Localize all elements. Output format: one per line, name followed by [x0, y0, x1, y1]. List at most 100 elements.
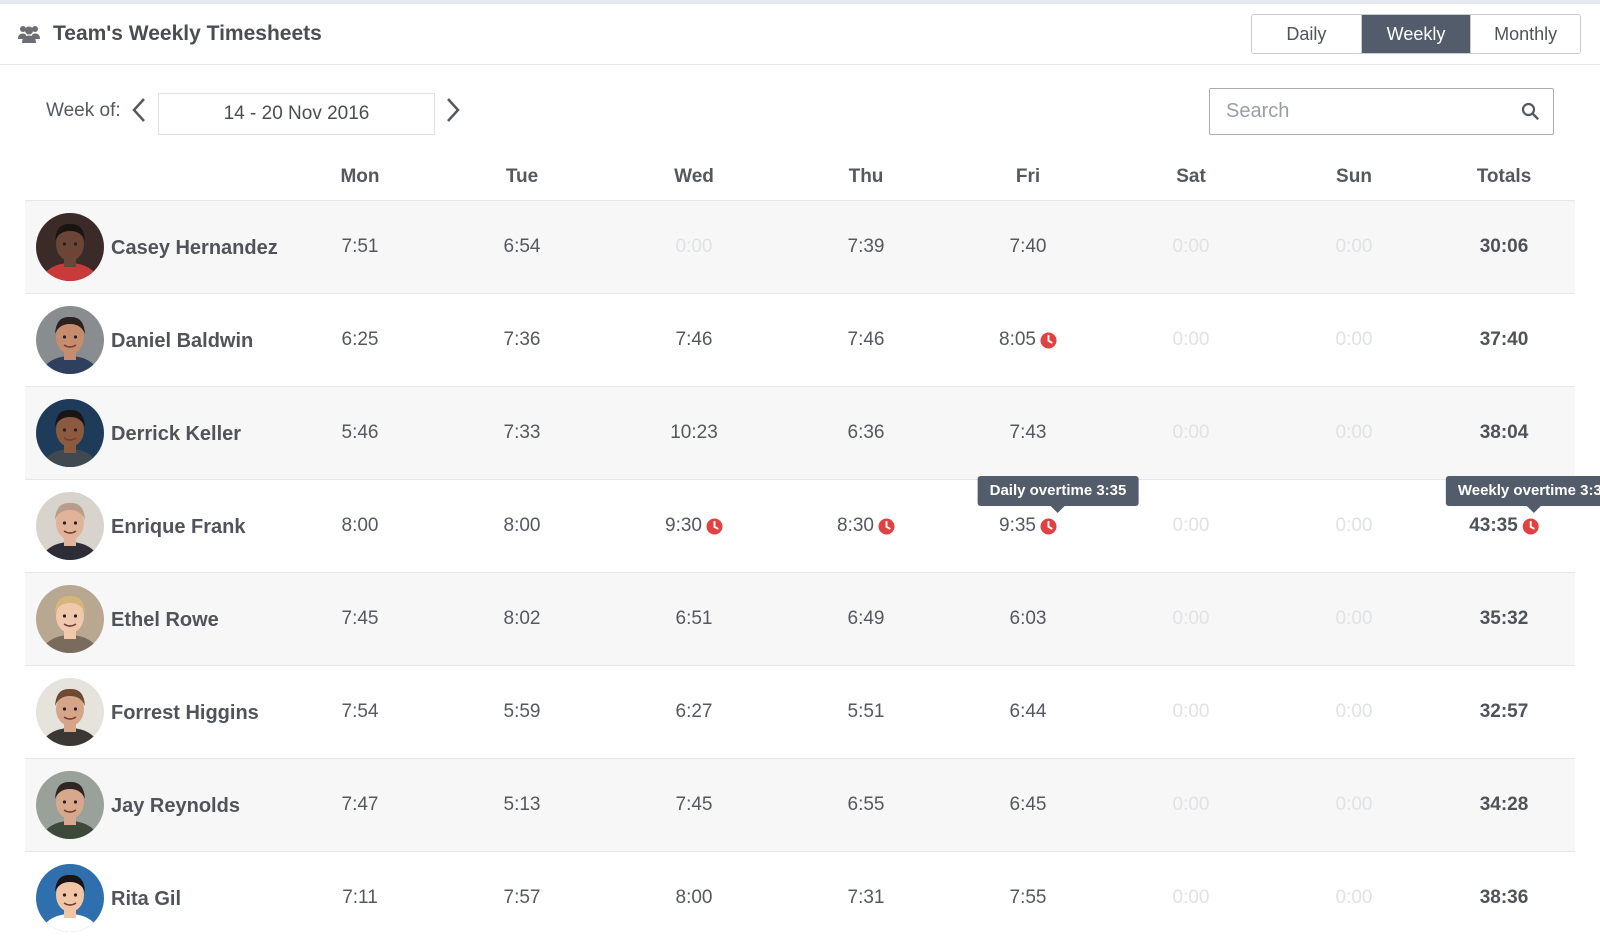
total-cell[interactable]: 34:28	[1480, 794, 1529, 816]
time-cell-thu[interactable]: 6:36	[848, 422, 885, 444]
time-cell-sat[interactable]: 0:00	[1173, 608, 1210, 630]
chevron-left-icon[interactable]	[130, 96, 148, 124]
time-cell-fri[interactable]: 8:05	[999, 329, 1057, 351]
time-cell-tue[interactable]: 7:36	[504, 329, 541, 351]
time-cell-sun[interactable]: 0:00	[1336, 608, 1373, 630]
view-weekly-button[interactable]: Weekly	[1360, 15, 1471, 53]
time-cell-fri[interactable]: 6:44	[1010, 701, 1047, 723]
time-cell-mon[interactable]: 7:51	[342, 236, 379, 258]
time-cell-sat[interactable]: 0:00	[1173, 887, 1210, 909]
time-cell-thu[interactable]: 7:46	[848, 329, 885, 351]
time-cell-mon[interactable]: 7:47	[342, 794, 379, 816]
time-cell-thu[interactable]: 7:31	[848, 887, 885, 909]
employee-row[interactable]: Enrique Frank 8:00 8:00 9:30 8:30 9:35 0:00 0:0…	[25, 476, 1600, 572]
time-cell-wed[interactable]: 9:30	[665, 515, 723, 537]
time-value: 7:51	[341, 236, 379, 257]
total-cell[interactable]: 38:36	[1480, 887, 1529, 909]
time-cell-sat[interactable]: 0:00	[1173, 329, 1210, 351]
chevron-right-icon[interactable]	[444, 96, 462, 124]
time-cell-sat[interactable]: 0:00	[1173, 794, 1210, 816]
time-cell-tue[interactable]: 5:13	[504, 794, 541, 816]
time-value: 0:00	[1335, 887, 1373, 908]
employee-row[interactable]: Forrest Higgins 7:54 5:59 6:27 5:51 6:44 0:00 0…	[25, 665, 1575, 758]
employee-row[interactable]: Ethel Rowe 7:45 8:02 6:51 6:49 6:03 0:00 0:00 35…	[25, 572, 1575, 665]
avatar[interactable]	[36, 585, 104, 653]
time-cell-mon[interactable]: 7:45	[342, 608, 379, 630]
time-cell-wed[interactable]: 7:45	[676, 794, 713, 816]
time-cell-fri[interactable]: 6:45	[1010, 794, 1047, 816]
avatar[interactable]	[36, 771, 104, 839]
time-cell-tue[interactable]: 7:33	[504, 422, 541, 444]
employee-name[interactable]: Forrest Higgins	[111, 702, 259, 725]
avatar[interactable]	[36, 213, 104, 281]
time-cell-mon[interactable]: 6:25	[342, 329, 379, 351]
time-cell-thu[interactable]: 7:39	[848, 236, 885, 258]
time-cell-sun[interactable]: 0:00	[1336, 329, 1373, 351]
time-cell-sun[interactable]: 0:00	[1336, 236, 1373, 258]
time-value: 7:46	[675, 329, 713, 350]
time-cell-fri[interactable]: 9:35	[999, 515, 1057, 537]
employee-name[interactable]: Enrique Frank	[111, 516, 245, 539]
time-cell-thu[interactable]: 6:55	[848, 794, 885, 816]
time-cell-sun[interactable]: 0:00	[1336, 701, 1373, 723]
employee-name[interactable]: Derrick Keller	[111, 423, 241, 446]
total-cell[interactable]: 37:40	[1480, 329, 1529, 351]
time-cell-wed[interactable]: 7:46	[676, 329, 713, 351]
employee-name[interactable]: Jay Reynolds	[111, 795, 240, 818]
time-cell-tue[interactable]: 6:54	[504, 236, 541, 258]
time-cell-tue[interactable]: 8:02	[504, 608, 541, 630]
view-daily-button[interactable]: Daily	[1252, 15, 1361, 53]
time-cell-wed[interactable]: 10:23	[670, 422, 718, 444]
week-range-display[interactable]: 14 - 20 Nov 2016	[158, 93, 435, 135]
time-cell-wed[interactable]: 6:27	[676, 701, 713, 723]
time-cell-sun[interactable]: 0:00	[1336, 887, 1373, 909]
time-cell-mon[interactable]: 8:00	[342, 515, 379, 537]
avatar[interactable]	[36, 492, 104, 560]
time-cell-wed[interactable]: 8:00	[676, 887, 713, 909]
total-cell[interactable]: 43:35	[1469, 515, 1539, 537]
time-cell-mon[interactable]: 7:11	[342, 887, 378, 909]
time-cell-sun[interactable]: 0:00	[1336, 794, 1373, 816]
time-cell-fri[interactable]: 7:55	[1010, 887, 1047, 909]
employee-name[interactable]: Daniel Baldwin	[111, 330, 253, 353]
time-cell-thu[interactable]: 6:49	[848, 608, 885, 630]
time-cell-tue[interactable]: 5:59	[504, 701, 541, 723]
time-cell-tue[interactable]: 7:57	[504, 887, 541, 909]
daily-overtime-tooltip: Daily overtime 3:35	[977, 476, 1139, 513]
search-input[interactable]	[1210, 89, 1510, 134]
total-cell[interactable]: 32:57	[1480, 701, 1529, 723]
employee-row[interactable]: Daniel Baldwin 6:25 7:36 7:46 7:46 8:05 0:00 0:…	[25, 293, 1575, 386]
total-cell[interactable]: 38:04	[1480, 422, 1529, 444]
employee-row[interactable]: Casey Hernandez 7:51 6:54 0:00 7:39 7:40 0:00 0…	[25, 200, 1575, 293]
time-cell-fri[interactable]: 6:03	[1010, 608, 1047, 630]
avatar[interactable]	[36, 864, 104, 932]
employee-row[interactable]: Jay Reynolds 7:47 5:13 7:45 6:55 6:45 0:00 0:00…	[25, 758, 1575, 851]
total-cell[interactable]: 30:06	[1480, 236, 1529, 258]
time-cell-sun[interactable]: 0:00	[1336, 515, 1373, 537]
time-cell-thu[interactable]: 8:30	[837, 515, 895, 537]
employee-row[interactable]: Derrick Keller 5:46 7:33 10:23 6:36 7:43 0:00 0…	[25, 386, 1575, 479]
view-monthly-button[interactable]: Monthly	[1470, 15, 1580, 53]
total-cell[interactable]: 35:32	[1480, 608, 1529, 630]
employee-name[interactable]: Ethel Rowe	[111, 609, 219, 632]
employee-name[interactable]: Rita Gil	[111, 888, 181, 911]
employee-row[interactable]: Rita Gil 7:11 7:57 8:00 7:31 7:55 0:00 0:00 38:3…	[25, 851, 1575, 944]
time-cell-sat[interactable]: 0:00	[1173, 236, 1210, 258]
time-cell-fri[interactable]: 7:40	[1010, 236, 1047, 258]
time-cell-fri[interactable]: 7:43	[1010, 422, 1047, 444]
avatar[interactable]	[36, 399, 104, 467]
time-cell-sun[interactable]: 0:00	[1336, 422, 1373, 444]
time-cell-wed[interactable]: 0:00	[676, 236, 713, 258]
time-cell-sat[interactable]: 0:00	[1173, 701, 1210, 723]
time-cell-thu[interactable]: 5:51	[848, 701, 885, 723]
time-cell-tue[interactable]: 8:00	[504, 515, 541, 537]
time-cell-sat[interactable]: 0:00	[1173, 515, 1210, 537]
time-cell-sat[interactable]: 0:00	[1173, 422, 1210, 444]
time-cell-mon[interactable]: 7:54	[342, 701, 379, 723]
time-cell-mon[interactable]: 5:46	[342, 422, 379, 444]
employee-name[interactable]: Casey Hernandez	[111, 237, 278, 260]
search-icon[interactable]	[1521, 102, 1539, 120]
time-cell-wed[interactable]: 6:51	[676, 608, 713, 630]
avatar[interactable]	[36, 306, 104, 374]
avatar[interactable]	[36, 678, 104, 746]
